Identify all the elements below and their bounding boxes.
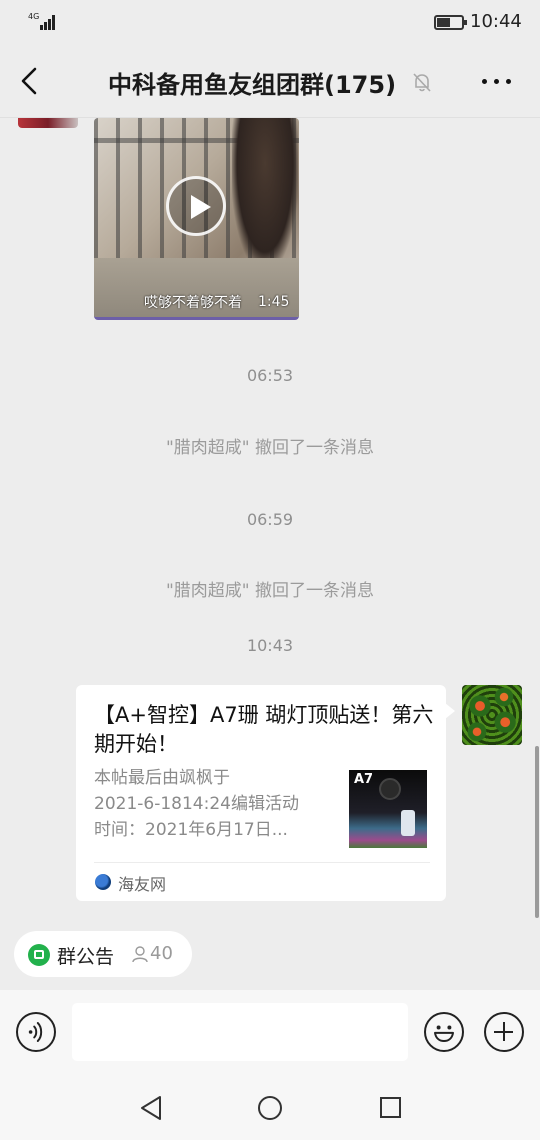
title-bar: 中科备用鱼友组团群(175) <box>0 46 540 118</box>
link-card-thumbnail: A7 <box>349 770 427 848</box>
link-card-source: 海友网 <box>118 875 167 894</box>
voice-input-icon[interactable] <box>16 1012 56 1052</box>
my-avatar[interactable] <box>462 685 522 745</box>
message-input[interactable] <box>72 1003 408 1061</box>
video-message[interactable]: 哎够不着够不着 1:45 <box>94 118 299 320</box>
status-time: 10:44 <box>470 11 522 32</box>
nav-home-icon[interactable] <box>258 1096 282 1120</box>
link-card-desc-line: 2021-6-1814:24编辑活动 <box>94 794 299 814</box>
sender-avatar[interactable] <box>18 118 78 128</box>
chat-title: 中科备用鱼友组团群(175) <box>108 71 397 99</box>
system-nav-bar <box>0 1076 540 1140</box>
nav-back-icon[interactable] <box>138 1094 164 1122</box>
signal-icon: 4G <box>28 12 58 32</box>
link-card-title: 【A+智控】A7珊 瑚灯顶贴送！第六期开始！ <box>94 703 434 756</box>
link-card-description: 本帖最后由飒枫于 2021-6-1814:24编辑活动 时间：2021年6月17… <box>94 765 339 843</box>
status-bar: 4G 10:44 <box>0 0 540 46</box>
announcement-icon <box>28 944 50 966</box>
timestamp: 10:43 <box>246 636 294 655</box>
thumbnail-text: A7 <box>354 772 374 787</box>
video-duration: 1:45 <box>258 294 290 310</box>
play-icon[interactable] <box>166 176 226 236</box>
emoji-icon[interactable] <box>424 1012 464 1052</box>
chat-area[interactable]: 哎够不着够不着 1:45 06:53 "腊肉超咸" 撤回了一条消息 06:59 … <box>0 118 540 918</box>
source-logo-icon <box>95 874 111 890</box>
back-arrow-icon[interactable] <box>18 66 42 96</box>
network-type: 4G <box>28 12 40 21</box>
input-bar <box>0 990 540 1076</box>
divider <box>94 862 430 863</box>
more-dots-icon[interactable] <box>482 79 512 85</box>
scrollbar[interactable] <box>535 746 539 918</box>
recall-notice: "腊肉超咸" 撤回了一条消息 <box>165 581 375 601</box>
link-card-desc-line: 本帖最后由飒枫于 <box>94 768 230 788</box>
battery-level <box>437 18 451 27</box>
group-announcement-button[interactable]: 群公告 40 <box>14 931 192 977</box>
mute-bell-icon <box>413 73 431 92</box>
timestamp: 06:59 <box>246 510 294 529</box>
plus-icon[interactable] <box>484 1012 524 1052</box>
nav-recent-apps-icon[interactable] <box>380 1097 401 1118</box>
person-icon <box>132 946 148 963</box>
timestamp: 06:53 <box>246 366 294 385</box>
link-card-desc-line: 时间：2021年6月17日... <box>94 820 288 840</box>
link-card[interactable]: 【A+智控】A7珊 瑚灯顶贴送！第六期开始！ 本帖最后由飒枫于 2021-6-1… <box>76 685 455 901</box>
announcement-label: 群公告 <box>57 946 115 968</box>
battery-icon <box>434 15 467 30</box>
recall-notice: "腊肉超咸" 撤回了一条消息 <box>165 438 375 458</box>
video-caption: 哎够不着够不着 <box>144 295 242 311</box>
announcement-count: 40 <box>150 943 173 964</box>
